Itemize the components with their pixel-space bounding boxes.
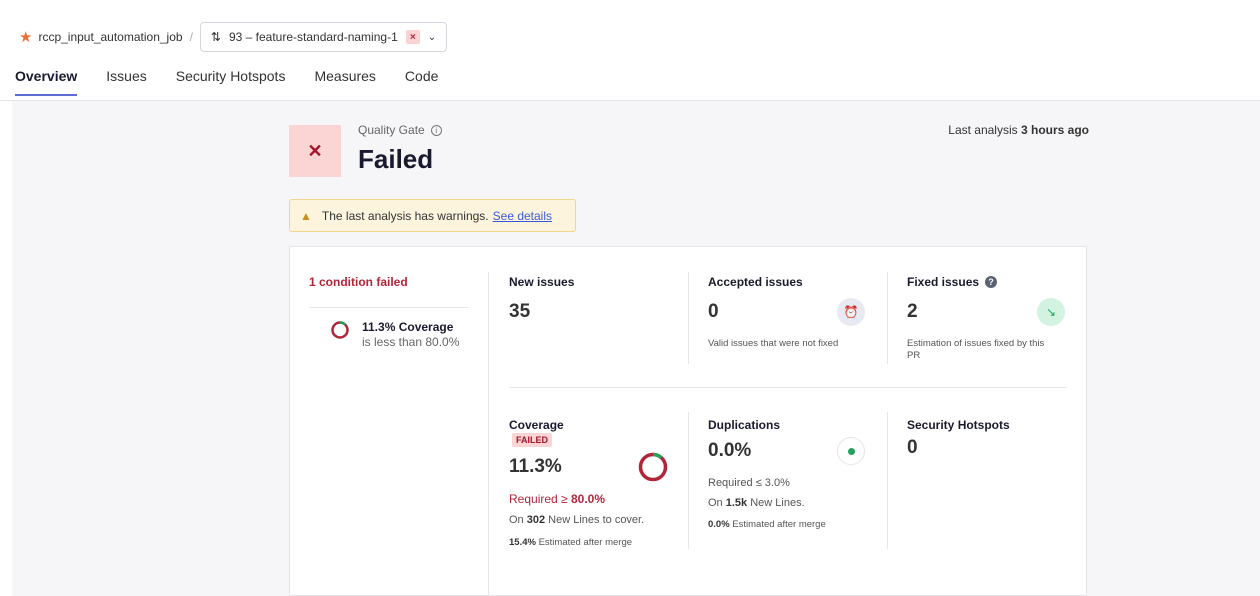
failed-badge: FAILED xyxy=(512,433,553,447)
coverage-lines-prefix: On xyxy=(509,514,524,526)
coverage-lines-value[interactable]: 302 xyxy=(527,514,545,526)
condition-metric: 11.3% Coverage xyxy=(362,320,454,334)
divider xyxy=(887,412,888,549)
fixed-issues-subtitle-line1: Estimation of issues fixed by this xyxy=(907,338,1045,349)
breadcrumb-separator: / xyxy=(189,30,193,44)
coverage-lines: On 302 New Lines to cover. xyxy=(509,514,644,526)
failed-condition-item[interactable]: 11.3% Coverage is less than 80.0% xyxy=(330,320,459,350)
coverage-estimate-value: 15.4% xyxy=(509,537,536,548)
duplications-estimate-suffix: Estimated after merge xyxy=(732,519,826,530)
fixed-issues-title: Fixed issues? xyxy=(907,275,998,289)
divider xyxy=(887,272,888,364)
quality-gate-label: Quality Gate i xyxy=(358,123,442,137)
last-analysis: Last analysis 3 hours ago xyxy=(948,123,1089,137)
fixed-issues-subtitle: Estimation of issues fixed by this PR xyxy=(907,338,1044,362)
divider xyxy=(488,272,489,596)
duplications-title: Duplications xyxy=(708,418,781,432)
quality-gate-failed-icon: ✕ xyxy=(289,125,341,177)
tab-issues[interactable]: Issues xyxy=(106,68,146,96)
failed-status-icon: × xyxy=(405,30,420,44)
coverage-ring-icon xyxy=(638,452,668,482)
last-analysis-time: 3 hours ago xyxy=(1020,123,1089,137)
pull-request-icon: ⇅ xyxy=(210,30,221,44)
tab-overview[interactable]: Overview xyxy=(15,68,78,96)
coverage-estimate-suffix: Estimated after merge xyxy=(538,537,633,548)
conditions-failed-title: 1 condition failed xyxy=(309,275,408,289)
quality-gate-status: Failed xyxy=(358,144,434,174)
divider xyxy=(509,387,1067,388)
trend-down-icon: ↘ xyxy=(1037,298,1065,326)
quality-gate-label-text: Quality Gate xyxy=(358,123,425,137)
warning-text: The last analysis has warnings. xyxy=(321,208,489,223)
divider xyxy=(309,307,468,308)
divider xyxy=(688,412,689,549)
main-tabs: Overview Issues Security Hotspots Measur… xyxy=(15,68,467,96)
coverage-required-value: 80.0% xyxy=(570,492,605,506)
duplications-lines: On 1.5k New Lines. xyxy=(708,497,805,509)
project-name-link[interactable]: rccp_input_automation_job xyxy=(38,30,182,44)
coverage-ring-icon xyxy=(331,321,349,339)
accepted-issues-value[interactable]: 0 xyxy=(708,301,719,323)
see-details-link[interactable]: See details xyxy=(493,209,552,223)
coverage-estimate: 15.4% Estimated after merge xyxy=(509,537,632,548)
coverage-required-prefix: Required ≥ xyxy=(509,492,568,506)
condition-detail: is less than 80.0% xyxy=(362,335,460,349)
coverage-title: Coverage xyxy=(509,418,564,432)
duplications-lines-suffix: New Lines. xyxy=(750,497,805,509)
fixed-issues-value[interactable]: 2 xyxy=(907,301,918,323)
coverage-lines-suffix: New Lines to cover. xyxy=(548,514,645,526)
duplications-value[interactable]: 0.0% xyxy=(708,440,751,462)
duplications-lines-prefix: On xyxy=(708,497,723,509)
security-hotspots-title: Security Hotspots xyxy=(907,418,1010,432)
accepted-issues-subtitle: Valid issues that were not fixed xyxy=(708,338,839,349)
fixed-issues-title-text: Fixed issues xyxy=(907,275,980,289)
coverage-value[interactable]: 11.3% xyxy=(509,456,562,478)
pull-request-name: 93 – feature-standard-naming-1 xyxy=(228,30,398,44)
top-bar: ★ rccp_input_automation_job / ⇅ 93 – fea… xyxy=(0,0,1260,101)
clock-icon: ⏰ xyxy=(837,298,865,326)
breadcrumb: ★ rccp_input_automation_job / ⇅ 93 – fea… xyxy=(19,22,448,52)
star-icon[interactable]: ★ xyxy=(19,28,32,46)
info-icon[interactable]: i xyxy=(430,124,442,136)
tab-code[interactable]: Code xyxy=(405,68,438,96)
duplications-required: Required ≤ 3.0% xyxy=(708,477,790,489)
last-analysis-prefix: Last analysis xyxy=(948,123,1018,137)
warning-icon: ▲ xyxy=(300,208,312,223)
duplications-estimate-value: 0.0% xyxy=(708,519,730,530)
fixed-issues-subtitle-line2: PR xyxy=(907,350,921,361)
duplications-estimate: 0.0% Estimated after merge xyxy=(708,519,826,530)
duplications-indicator-icon xyxy=(837,437,865,465)
divider xyxy=(688,272,689,364)
tab-measures[interactable]: Measures xyxy=(314,68,375,96)
analysis-warning-banner: ▲ The last analysis has warnings. See det… xyxy=(289,199,576,232)
new-issues-title: New issues xyxy=(509,275,575,289)
help-icon[interactable]: ? xyxy=(985,276,998,288)
tab-security-hotspots[interactable]: Security Hotspots xyxy=(176,68,286,96)
security-hotspots-value[interactable]: 0 xyxy=(907,437,918,459)
pull-request-selector[interactable]: ⇅ 93 – feature-standard-naming-1 × ⌄ xyxy=(199,22,448,52)
coverage-required: Required ≥ 80.0% xyxy=(509,492,605,506)
accepted-issues-title: Accepted issues xyxy=(708,275,803,289)
chevron-down-icon: ⌄ xyxy=(427,31,437,43)
duplications-lines-value[interactable]: 1.5k xyxy=(726,497,747,509)
new-issues-value[interactable]: 35 xyxy=(509,301,530,323)
